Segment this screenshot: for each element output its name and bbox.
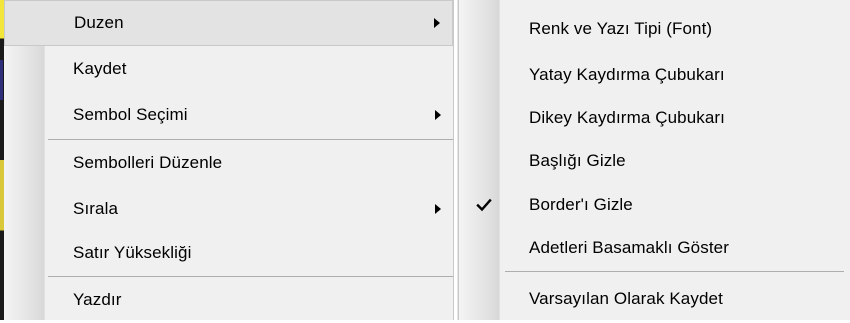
chevron-right-icon: [435, 204, 441, 214]
submenu-item-yatay-kaydirma[interactable]: Yatay Kaydırma Çubukarı: [459, 52, 850, 98]
menu-item-sirala[interactable]: Sırala: [4, 186, 453, 232]
submenu-item-adetleri-basamakli[interactable]: Adetleri Basamaklı Göster: [459, 225, 850, 271]
menu-item-satir-yuksekligi[interactable]: Satır Yüksekliği: [4, 230, 453, 276]
menu-item-label: Duzen: [74, 13, 124, 32]
menu-item-label: Sırala: [73, 199, 119, 218]
menu-item-label: Dikey Kaydırma Çubukarı: [529, 108, 725, 127]
menu-item-label: Yazdır: [73, 290, 122, 309]
submenu-item-basligi-gizle[interactable]: Başlığı Gizle: [459, 138, 850, 184]
menu-item-duzen[interactable]: Duzen: [4, 0, 453, 46]
submenu-item-borderi-gizle[interactable]: Border'ı Gizle: [459, 182, 850, 228]
context-menu: Duzen Kaydet Sembol Seçimi Sembolleri Dü…: [4, 0, 454, 320]
menu-item-label: Yatay Kaydırma Çubukarı: [529, 65, 725, 84]
submenu-item-renk-font[interactable]: Renk ve Yazı Tipi (Font): [459, 6, 850, 52]
menu-item-label: Sembol Seçimi: [73, 105, 188, 124]
menu-item-label: Sembolleri Düzenle: [73, 153, 223, 172]
submenu-item-dikey-kaydirma[interactable]: Dikey Kaydırma Çubukarı: [459, 95, 850, 141]
submenu: Renk ve Yazı Tipi (Font) Yatay Kaydırma …: [458, 0, 850, 320]
menu-item-label: Satır Yüksekliği: [73, 243, 192, 262]
submenu-item-varsayilan-kaydet[interactable]: Varsayılan Olarak Kaydet: [459, 276, 850, 322]
menu-item-sembol-secimi[interactable]: Sembol Seçimi: [4, 92, 453, 138]
menu-item-yazdir[interactable]: Yazdır: [4, 277, 453, 323]
menu-separator: [505, 271, 844, 272]
menu-item-label: Başlığı Gizle: [529, 151, 626, 170]
check-icon: [476, 198, 492, 212]
menu-item-label: Renk ve Yazı Tipi (Font): [529, 19, 713, 38]
menu-item-kaydet[interactable]: Kaydet: [4, 46, 453, 92]
chevron-right-icon: [434, 18, 440, 28]
menu-item-label: Kaydet: [73, 59, 127, 78]
chevron-right-icon: [435, 110, 441, 120]
menu-item-label: Border'ı Gizle: [529, 195, 633, 214]
menu-item-label: Adetleri Basamaklı Göster: [529, 238, 729, 257]
menu-item-sembolleri-duzenle[interactable]: Sembolleri Düzenle: [4, 140, 453, 186]
menu-item-label: Varsayılan Olarak Kaydet: [529, 289, 723, 308]
